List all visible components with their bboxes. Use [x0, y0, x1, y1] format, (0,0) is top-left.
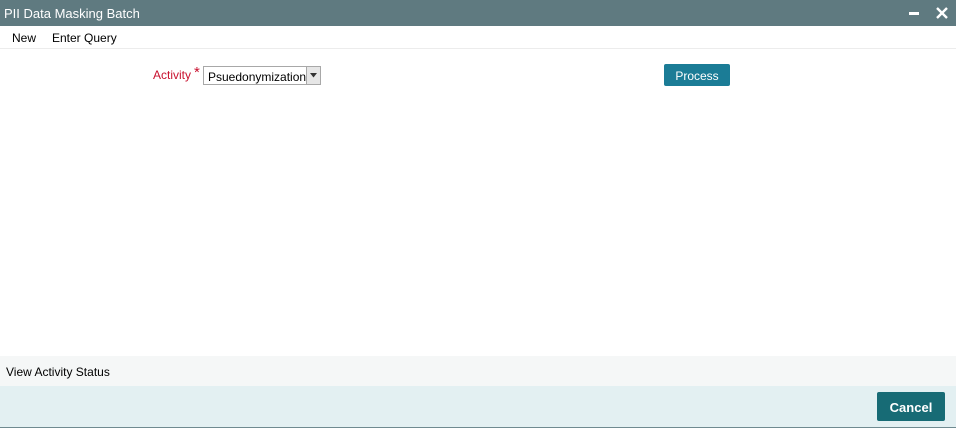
activity-label: Activity [153, 68, 192, 82]
status-bar: View Activity Status [0, 356, 956, 386]
menu-item-new[interactable]: New [12, 31, 36, 45]
minimize-icon[interactable] [909, 12, 919, 15]
chevron-down-icon [310, 73, 317, 78]
dropdown-arrow[interactable] [306, 67, 320, 84]
menu-bar: New Enter Query [0, 26, 956, 49]
title-bar: PII Data Masking Batch [0, 0, 956, 26]
footer-bar: Cancel [0, 386, 956, 428]
activity-select-value: Psuedonymization [208, 70, 307, 84]
view-activity-status-link[interactable]: View Activity Status [6, 365, 110, 379]
required-marker: * [194, 64, 200, 81]
window-title: PII Data Masking Batch [4, 6, 140, 21]
menu-item-enter-query[interactable]: Enter Query [52, 31, 117, 45]
process-button[interactable]: Process [664, 64, 730, 86]
activity-select[interactable]: Psuedonymization [203, 66, 321, 85]
cancel-button[interactable]: Cancel [877, 392, 945, 421]
close-icon[interactable] [934, 5, 950, 21]
